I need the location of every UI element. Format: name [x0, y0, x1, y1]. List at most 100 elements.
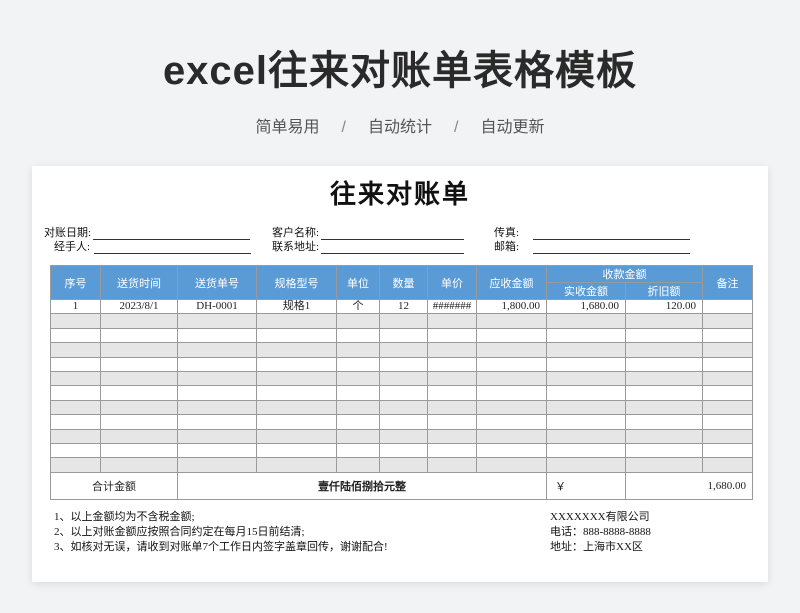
table-cell[interactable] — [546, 313, 626, 329]
table-cell[interactable] — [625, 342, 703, 358]
table-cell[interactable] — [427, 327, 477, 344]
table-cell[interactable] — [177, 428, 257, 444]
table-cell[interactable] — [427, 370, 477, 387]
table-cell[interactable] — [625, 457, 703, 473]
table-cell[interactable] — [427, 414, 477, 430]
table-cell[interactable] — [50, 327, 101, 344]
table-cell[interactable] — [702, 457, 753, 473]
table-cell[interactable] — [476, 327, 547, 344]
table-cell[interactable] — [702, 298, 753, 315]
table-cell[interactable] — [50, 342, 101, 358]
table-cell[interactable]: 1,800.00 — [476, 298, 547, 315]
table-cell[interactable] — [336, 313, 380, 329]
table-cell[interactable]: ####### — [427, 298, 477, 315]
table-cell[interactable]: 2023/8/1 — [100, 298, 178, 315]
table-cell[interactable] — [100, 385, 178, 401]
table-cell[interactable] — [256, 342, 337, 358]
table-cell[interactable] — [702, 414, 753, 430]
table-cell[interactable] — [256, 385, 337, 401]
table-cell[interactable] — [476, 428, 547, 444]
table-cell[interactable] — [625, 356, 703, 372]
table-cell[interactable] — [702, 370, 753, 387]
table-cell[interactable] — [256, 414, 337, 430]
table-cell[interactable] — [256, 370, 337, 387]
table-cell[interactable] — [625, 327, 703, 344]
table-cell[interactable] — [427, 356, 477, 372]
table-cell[interactable] — [256, 457, 337, 473]
table-cell[interactable] — [427, 442, 477, 459]
table-cell[interactable] — [177, 399, 257, 416]
table-cell[interactable] — [50, 457, 101, 473]
table-cell[interactable] — [546, 399, 626, 416]
table-cell[interactable] — [50, 428, 101, 444]
table-cell[interactable] — [625, 428, 703, 444]
table-cell[interactable] — [100, 370, 178, 387]
table-cell[interactable] — [476, 356, 547, 372]
table-cell[interactable] — [100, 457, 178, 473]
table-cell[interactable] — [702, 327, 753, 344]
table-cell[interactable] — [50, 356, 101, 372]
table-cell[interactable] — [702, 442, 753, 459]
table-cell[interactable] — [476, 313, 547, 329]
table-cell[interactable] — [546, 428, 626, 444]
table-cell[interactable] — [100, 399, 178, 416]
table-cell[interactable] — [476, 442, 547, 459]
table-cell[interactable] — [177, 342, 257, 358]
table-cell[interactable] — [702, 356, 753, 372]
table-cell[interactable] — [379, 356, 428, 372]
table-cell[interactable] — [427, 385, 477, 401]
table-cell[interactable] — [177, 356, 257, 372]
table-cell[interactable] — [379, 370, 428, 387]
table-cell[interactable] — [546, 414, 626, 430]
table-cell[interactable] — [336, 385, 380, 401]
table-cell[interactable]: DH-0001 — [177, 298, 257, 315]
table-cell[interactable] — [50, 385, 101, 401]
table-cell[interactable] — [379, 442, 428, 459]
table-cell[interactable] — [379, 399, 428, 416]
table-cell[interactable] — [256, 327, 337, 344]
table-cell[interactable] — [336, 457, 380, 473]
table-cell[interactable] — [625, 399, 703, 416]
table-cell[interactable] — [336, 428, 380, 444]
table-cell[interactable] — [476, 414, 547, 430]
table-cell[interactable] — [256, 313, 337, 329]
table-cell[interactable] — [702, 342, 753, 358]
table-cell[interactable] — [476, 342, 547, 358]
table-cell[interactable] — [427, 428, 477, 444]
table-cell[interactable] — [625, 313, 703, 329]
table-cell[interactable] — [702, 399, 753, 416]
table-cell[interactable] — [177, 385, 257, 401]
table-cell[interactable]: 1 — [50, 298, 101, 315]
address-input-line[interactable] — [321, 241, 465, 254]
table-cell[interactable] — [100, 342, 178, 358]
table-cell[interactable] — [546, 457, 626, 473]
table-cell[interactable] — [625, 385, 703, 401]
table-cell[interactable] — [100, 327, 178, 344]
table-cell[interactable] — [50, 313, 101, 329]
table-cell[interactable] — [546, 442, 626, 459]
handler-input-line[interactable] — [94, 241, 252, 254]
table-cell[interactable] — [702, 385, 753, 401]
table-cell[interactable] — [100, 313, 178, 329]
table-cell[interactable] — [702, 428, 753, 444]
table-cell[interactable]: 规格1 — [256, 298, 337, 315]
table-cell[interactable] — [379, 313, 428, 329]
table-cell[interactable] — [256, 428, 337, 444]
table-cell[interactable] — [702, 313, 753, 329]
table-cell[interactable] — [427, 457, 477, 473]
table-cell[interactable] — [177, 442, 257, 459]
table-cell[interactable] — [177, 457, 257, 473]
table-cell[interactable] — [427, 342, 477, 358]
table-cell[interactable] — [546, 327, 626, 344]
table-cell[interactable] — [379, 327, 428, 344]
table-cell[interactable] — [177, 313, 257, 329]
email-input-line[interactable] — [533, 241, 691, 254]
table-cell[interactable] — [336, 414, 380, 430]
table-cell[interactable] — [100, 442, 178, 459]
table-cell[interactable] — [100, 356, 178, 372]
table-cell[interactable] — [256, 442, 337, 459]
table-cell[interactable] — [50, 399, 101, 416]
table-cell[interactable] — [336, 327, 380, 344]
table-cell[interactable] — [336, 442, 380, 459]
table-cell[interactable]: 1,680.00 — [546, 298, 626, 315]
